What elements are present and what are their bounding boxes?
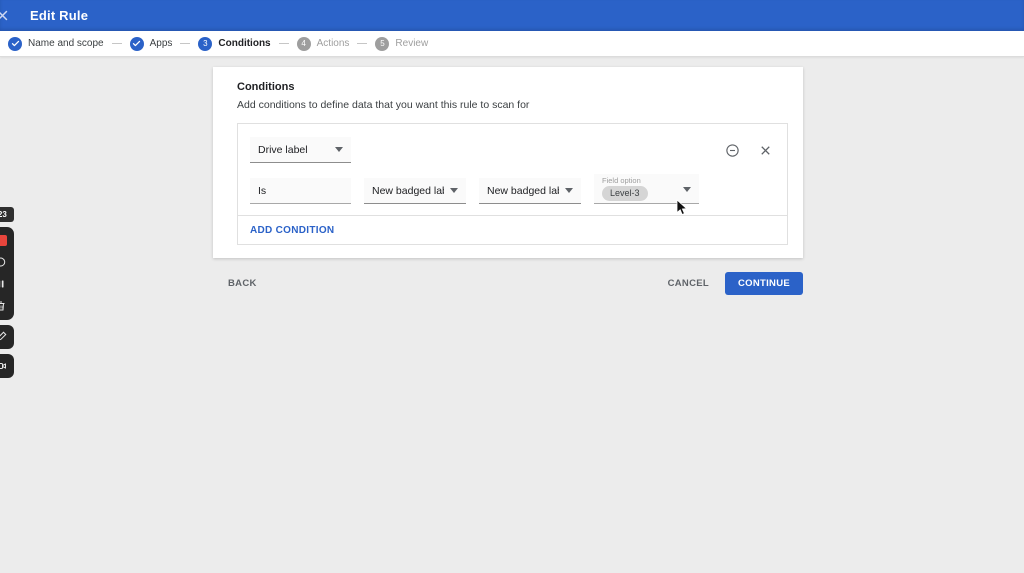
continue-button[interactable]: CONTINUE (725, 272, 803, 295)
label-select-2[interactable]: New badged label (479, 178, 581, 204)
pen-tool-button[interactable] (0, 325, 14, 349)
restart-icon[interactable] (0, 256, 7, 268)
wizard-footer: BACK CANCEL CONTINUE (213, 270, 803, 296)
field-type-value: Drive label (258, 144, 329, 156)
close-icon[interactable] (0, 8, 10, 23)
appbar: Edit Rule (0, 0, 1024, 31)
wizard-stepper: Name and scope Apps 3 Conditions 4 Actio… (0, 31, 1024, 57)
condition-row-top: Drive label (238, 124, 787, 163)
condition-box: Drive label Is New badged label (237, 123, 788, 245)
chevron-down-icon (565, 188, 573, 193)
label-select-1[interactable]: New badged label (364, 178, 466, 204)
operator-field[interactable]: Is (250, 178, 351, 204)
camera-icon (0, 360, 7, 372)
chevron-down-icon (450, 188, 458, 193)
recorder-button-group (0, 227, 14, 320)
pause-icon[interactable] (0, 278, 7, 290)
step-number-badge: 4 (297, 37, 311, 51)
chevron-down-icon (335, 147, 343, 152)
cancel-button[interactable]: CANCEL (668, 278, 709, 289)
step-review[interactable]: 5 Review (375, 37, 428, 51)
recording-timer-badge: :23 (0, 207, 14, 222)
check-icon (8, 37, 22, 51)
step-label: Actions (317, 38, 350, 49)
field-option-label: Field option (602, 176, 691, 185)
step-label: Conditions (218, 38, 270, 49)
condition-row-values: Is New badged label New badged label Fie… (238, 163, 787, 204)
step-separator (112, 43, 122, 44)
close-icon[interactable] (757, 142, 773, 158)
page-title: Edit Rule (30, 8, 88, 23)
card-subtitle: Add conditions to define data that you w… (237, 99, 788, 111)
edit-rule-screen: Edit Rule Name and scope Apps 3 Conditio… (0, 0, 1024, 573)
step-apps[interactable]: Apps (130, 37, 173, 51)
field-option-chip: Level-3 (602, 186, 648, 201)
chevron-down-icon (683, 187, 691, 192)
step-conditions[interactable]: 3 Conditions (198, 37, 270, 51)
operator-value: Is (258, 185, 343, 197)
step-name-and-scope[interactable]: Name and scope (8, 37, 104, 51)
step-label: Name and scope (28, 38, 104, 49)
step-separator (180, 43, 190, 44)
field-type-select[interactable]: Drive label (250, 137, 351, 163)
step-actions[interactable]: 4 Actions (297, 37, 350, 51)
camera-toggle-button[interactable] (0, 354, 14, 378)
card-title: Conditions (237, 81, 788, 93)
field-option-select[interactable]: Field option Level-3 (594, 174, 699, 204)
step-label: Apps (150, 38, 173, 49)
step-number-badge: 3 (198, 37, 212, 51)
step-separator (357, 43, 367, 44)
add-condition-button[interactable]: ADD CONDITION (250, 225, 334, 236)
conditions-card: Conditions Add conditions to define data… (213, 67, 803, 258)
recorder-toolbar: :23 (0, 207, 14, 378)
label-select-1-value: New badged label (372, 185, 444, 197)
step-number-badge: 5 (375, 37, 389, 51)
step-label: Review (395, 38, 428, 49)
label-select-2-value: New badged label (487, 185, 559, 197)
field-option-chip-row: Level-3 (602, 186, 691, 201)
add-condition-row: ADD CONDITION (238, 216, 787, 244)
trash-icon[interactable] (0, 300, 7, 312)
pen-icon (0, 331, 7, 343)
remove-circle-icon[interactable] (724, 142, 740, 158)
back-button[interactable]: BACK (228, 278, 257, 289)
check-icon (130, 37, 144, 51)
step-separator (279, 43, 289, 44)
stop-record-button[interactable] (0, 235, 7, 246)
